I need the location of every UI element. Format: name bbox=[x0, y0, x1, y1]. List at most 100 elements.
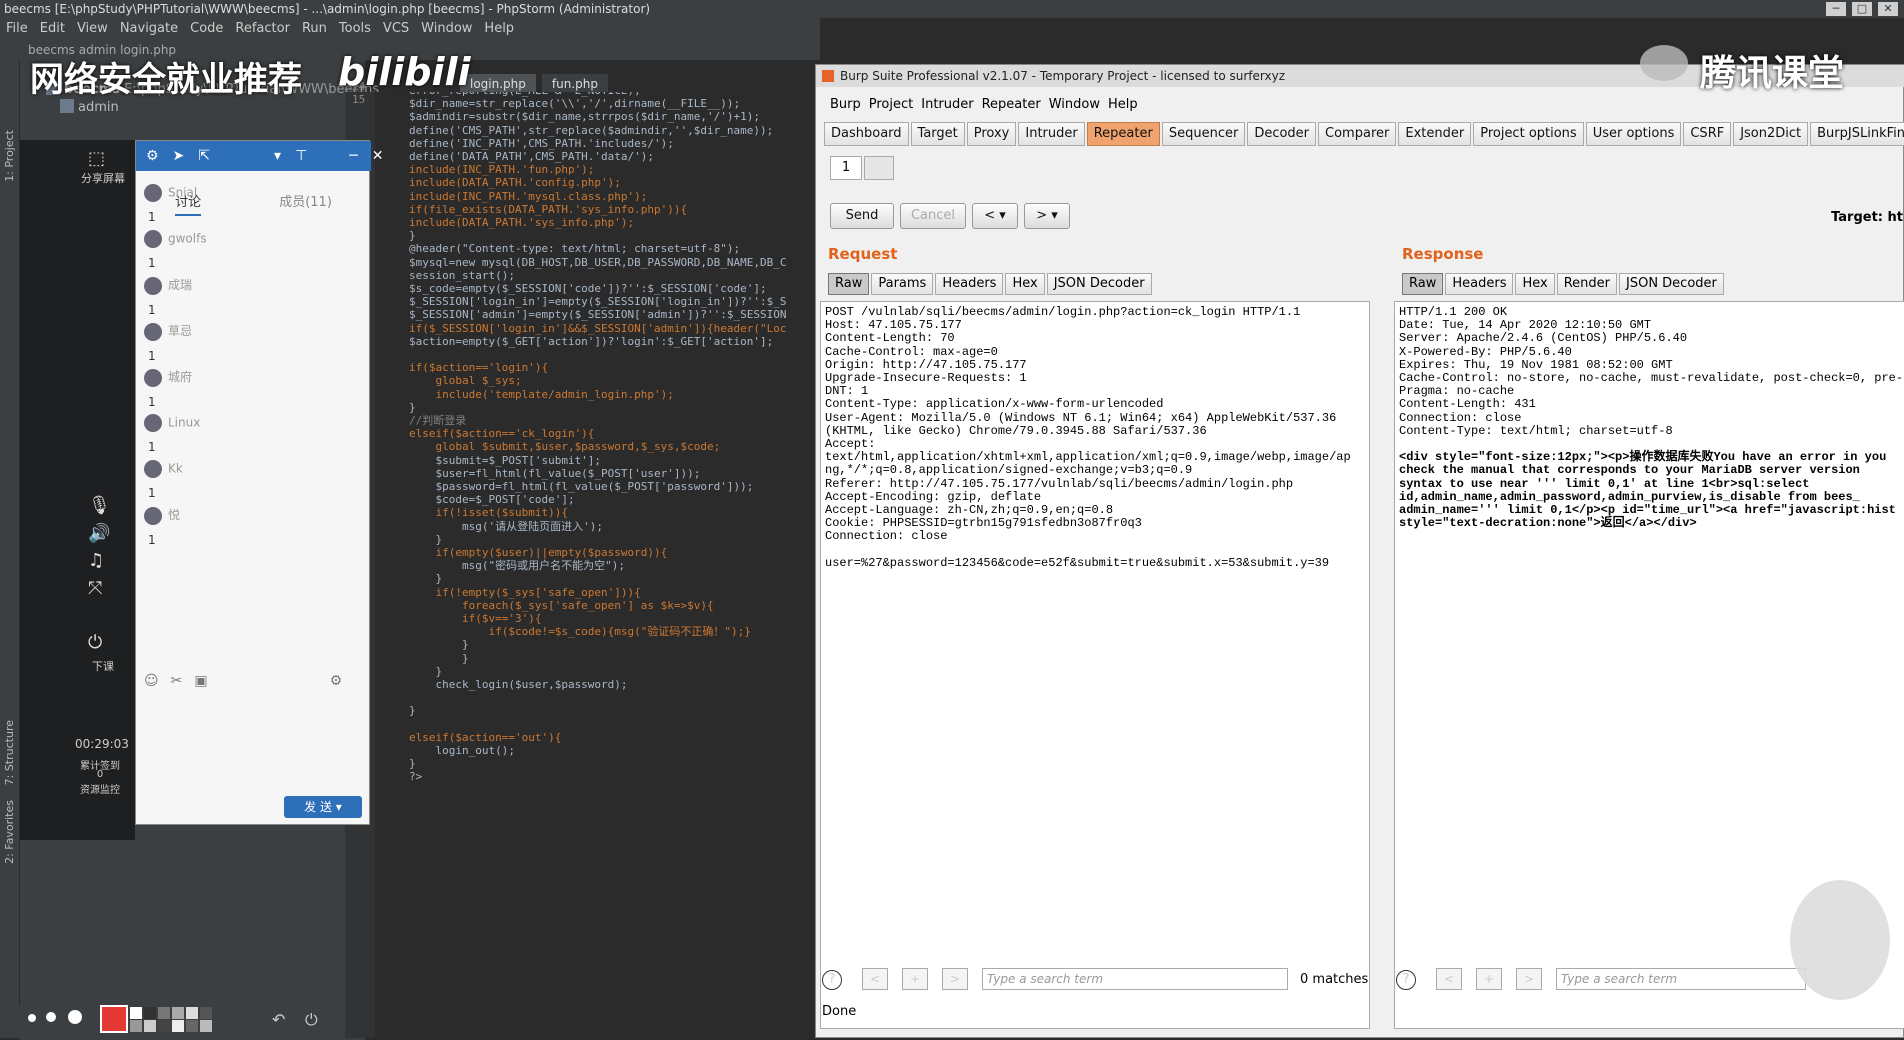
expand-icon[interactable]: ⤧ bbox=[88, 578, 102, 599]
menu-file[interactable]: File bbox=[0, 18, 34, 40]
color-swatch[interactable] bbox=[158, 1007, 170, 1019]
burp-tab-proxy[interactable]: Proxy bbox=[966, 122, 1017, 146]
burp-tab-extender[interactable]: Extender bbox=[1398, 122, 1472, 146]
request-tab-params[interactable]: Params bbox=[871, 273, 934, 295]
menu-help[interactable]: Help bbox=[478, 18, 520, 40]
tab-login-php[interactable]: login.php bbox=[460, 74, 536, 94]
response-tab-hex[interactable]: Hex bbox=[1515, 273, 1555, 295]
color-swatch[interactable] bbox=[200, 1020, 212, 1032]
burp-tab-json2dict[interactable]: Json2Dict bbox=[1733, 122, 1809, 146]
maximize-button[interactable]: □ bbox=[1852, 2, 1872, 16]
request-pane[interactable]: POST /vulnlab/sqli/beecms/admin/login.ph… bbox=[820, 301, 1370, 1029]
emoji-icon[interactable]: ☺ bbox=[144, 673, 159, 693]
response-tab-json-decoder[interactable]: JSON Decoder bbox=[1619, 273, 1724, 295]
menu-window[interactable]: Window bbox=[415, 18, 478, 40]
color-swatch[interactable] bbox=[186, 1007, 198, 1019]
menu-edit[interactable]: Edit bbox=[34, 18, 71, 40]
close-button[interactable]: ✕ bbox=[1878, 2, 1898, 16]
burp-tab-sequencer[interactable]: Sequencer bbox=[1161, 122, 1246, 146]
minimize-button[interactable]: ─ bbox=[1826, 2, 1846, 16]
back-button[interactable]: < ▾ bbox=[972, 203, 1018, 229]
chevron-down-icon[interactable]: ▾ bbox=[274, 148, 281, 164]
burp-tab-project-options[interactable]: Project options bbox=[1473, 122, 1584, 146]
burp-menu-intruder[interactable]: Intruder bbox=[917, 95, 977, 115]
dot-medium-icon[interactable] bbox=[46, 1012, 56, 1022]
menu-navigate[interactable]: Navigate bbox=[114, 18, 184, 40]
response-search-prev[interactable]: < bbox=[1436, 968, 1462, 990]
pin-top-icon[interactable]: ⊤ bbox=[295, 148, 307, 164]
burp-menu-help[interactable]: Help bbox=[1104, 95, 1142, 115]
share-screen-icon[interactable]: ⬚ bbox=[88, 148, 105, 169]
minimize-icon[interactable]: ─ bbox=[349, 148, 357, 164]
image-icon[interactable]: ▣ bbox=[194, 673, 207, 693]
burp-menu-burp[interactable]: Burp bbox=[826, 95, 865, 115]
code-editor[interactable]: error_reporting(E_ALL & ~E_NOTICE);$dir_… bbox=[375, 92, 820, 1038]
menu-code[interactable]: Code bbox=[184, 18, 229, 40]
color-red-swatch[interactable] bbox=[100, 1005, 128, 1033]
menu-refactor[interactable]: Refactor bbox=[229, 18, 296, 40]
burp-tab-intruder[interactable]: Intruder bbox=[1018, 122, 1085, 146]
color-swatch[interactable] bbox=[144, 1020, 156, 1032]
request-tab-raw[interactable]: Raw bbox=[828, 273, 870, 295]
request-tab-json-decoder[interactable]: JSON Decoder bbox=[1046, 273, 1152, 295]
burp-menu-window[interactable]: Window bbox=[1045, 95, 1104, 115]
gear-icon[interactable]: ⚙ bbox=[330, 673, 343, 693]
send-button[interactable]: Send bbox=[830, 203, 894, 229]
pin-icon[interactable]: ➤ bbox=[173, 148, 185, 164]
color-swatch[interactable] bbox=[186, 1020, 198, 1032]
menu-vcs[interactable]: VCS bbox=[377, 18, 415, 40]
color-swatch[interactable] bbox=[130, 1007, 142, 1019]
burp-tab-burpjslinkfinder[interactable]: BurpJSLinkFinder bbox=[1810, 122, 1904, 146]
tab-fun-php[interactable]: fun.php bbox=[541, 74, 608, 94]
request-tab-headers[interactable]: Headers bbox=[935, 273, 1004, 295]
power-icon[interactable]: ⏻ bbox=[305, 1010, 318, 1030]
dot-large-icon[interactable] bbox=[68, 1010, 82, 1024]
color-swatch[interactable] bbox=[172, 1020, 184, 1032]
request-tab-hex[interactable]: Hex bbox=[1005, 273, 1045, 295]
scissors-icon[interactable]: ✂ bbox=[171, 673, 183, 693]
favorites-tool-button[interactable]: 2: Favorites bbox=[3, 800, 16, 864]
microphone-icon[interactable]: 🎙 bbox=[88, 495, 111, 516]
menu-run[interactable]: Run bbox=[296, 18, 333, 40]
settings-icon[interactable]: ⚙ bbox=[146, 148, 159, 164]
response-help-icon[interactable]: ? bbox=[1396, 970, 1416, 990]
request-search-input[interactable]: Type a search term bbox=[982, 968, 1288, 990]
target-label[interactable]: Target: ht bbox=[1831, 210, 1903, 225]
color-swatch[interactable] bbox=[130, 1020, 142, 1032]
response-search-input[interactable]: Type a search term bbox=[1556, 968, 1806, 990]
response-search-next[interactable]: > bbox=[1516, 968, 1542, 990]
menu-tools[interactable]: Tools bbox=[333, 18, 377, 40]
end-class-icon[interactable]: ⏻ bbox=[88, 632, 102, 653]
burp-tab-user-options[interactable]: User options bbox=[1585, 122, 1682, 146]
burp-tab-dashboard[interactable]: Dashboard bbox=[824, 122, 909, 146]
burp-tab-csrf[interactable]: CSRF bbox=[1683, 122, 1732, 146]
popout-icon[interactable]: ⇱ bbox=[198, 148, 210, 164]
speaker-icon[interactable]: 🔊 bbox=[88, 523, 110, 544]
burp-tab-decoder[interactable]: Decoder bbox=[1247, 122, 1317, 146]
response-tab-raw[interactable]: Raw bbox=[1402, 273, 1444, 295]
color-swatch[interactable] bbox=[144, 1007, 156, 1019]
burp-menu-project[interactable]: Project bbox=[865, 95, 917, 115]
tree-admin-folder[interactable]: admin bbox=[60, 98, 119, 118]
burp-tab-target[interactable]: Target bbox=[910, 122, 965, 146]
tab-members[interactable]: 成员(11) bbox=[279, 191, 332, 216]
response-tab-headers[interactable]: Headers bbox=[1445, 273, 1514, 295]
undo-icon[interactable]: ↶ bbox=[272, 1010, 285, 1029]
burp-tab-comparer[interactable]: Comparer bbox=[1318, 122, 1397, 146]
music-icon[interactable]: ♫ bbox=[88, 550, 104, 571]
menu-view[interactable]: View bbox=[71, 18, 114, 40]
color-swatch[interactable] bbox=[172, 1007, 184, 1019]
cancel-button[interactable]: Cancel bbox=[900, 203, 966, 229]
close-icon[interactable]: ✕ bbox=[372, 148, 384, 164]
structure-tool-button[interactable]: 7: Structure bbox=[3, 720, 16, 785]
repeater-tab-1[interactable]: 1 bbox=[830, 156, 862, 180]
color-swatch[interactable] bbox=[158, 1020, 170, 1032]
repeater-new-tab[interactable] bbox=[864, 156, 894, 180]
request-search-add[interactable]: + bbox=[902, 968, 928, 990]
send-button[interactable]: 发 送 ▾ bbox=[284, 796, 362, 818]
project-tool-button[interactable]: 1: Project bbox=[3, 130, 16, 182]
request-help-icon[interactable]: ? bbox=[822, 970, 842, 990]
response-search-add[interactable]: + bbox=[1476, 968, 1502, 990]
color-swatch[interactable] bbox=[200, 1007, 212, 1019]
forward-button[interactable]: > ▾ bbox=[1024, 203, 1070, 229]
